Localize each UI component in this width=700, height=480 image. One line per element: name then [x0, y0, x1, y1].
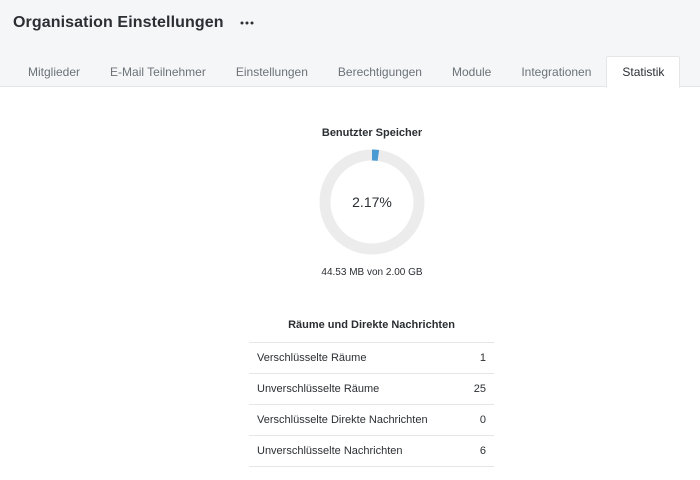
- table-row: Unverschlüsselte Nachrichten 6: [249, 436, 494, 467]
- row-value: 25: [473, 383, 486, 395]
- row-label: Verschlüsselte Räume: [257, 352, 367, 364]
- row-label: Unverschlüsselte Räume: [257, 383, 380, 395]
- tab-label: Integrationen: [521, 64, 592, 79]
- tab-label: Statistik: [622, 65, 665, 79]
- tab-label: Einstellungen: [235, 64, 308, 79]
- tab-label: E-Mail Teilnehmer: [110, 64, 206, 79]
- tab-integrationen[interactable]: Integrationen: [506, 56, 606, 87]
- tab-label: Mitglieder: [28, 64, 81, 79]
- row-value: 1: [479, 352, 486, 364]
- rooms-title: Räume und Direkte Nachrichten: [288, 319, 455, 331]
- tab-module[interactable]: Module: [437, 56, 506, 87]
- more-options-button[interactable]: [238, 14, 256, 32]
- tab-mitglieder[interactable]: Mitglieder: [13, 56, 95, 87]
- table-row: Verschlüsselte Räume 1: [249, 343, 494, 374]
- tab-berechtigungen[interactable]: Berechtigungen: [323, 56, 437, 87]
- storage-percent: 2.17%: [352, 194, 392, 210]
- ellipsis-horizontal-icon: [240, 21, 254, 25]
- tab-statistik[interactable]: Statistik: [606, 56, 681, 88]
- storage-used-label: 44.53 MB von 2.00 GB: [321, 267, 423, 278]
- title-row: Organisation Einstellungen: [13, 11, 256, 35]
- page-title: Organisation Einstellungen: [13, 14, 224, 31]
- row-value: 6: [479, 445, 486, 457]
- tab-label: Module: [451, 64, 492, 79]
- settings-tabs: Mitglieder E-Mail Teilnehmer Einstellung…: [13, 56, 681, 88]
- storage-section: Benutzter Speicher 2.17% 44.53 MB von 2.…: [250, 125, 494, 278]
- page-header: Organisation Einstellungen Mitglieder E-…: [0, 0, 700, 88]
- row-label: Verschlüsselte Direkte Nachrichten: [257, 414, 428, 426]
- statistics-page: Organisation Einstellungen Mitglieder E-…: [0, 0, 700, 480]
- tab-einstellungen[interactable]: Einstellungen: [221, 56, 323, 87]
- tab-label: Berechtigungen: [337, 64, 422, 79]
- storage-donut-chart: 2.17%: [317, 147, 427, 257]
- tab-email-teilnehmer[interactable]: E-Mail Teilnehmer: [95, 56, 221, 87]
- rooms-section: Räume und Direkte Nachrichten Verschlüss…: [249, 316, 494, 467]
- table-row: Unverschlüsselte Räume 25: [249, 374, 494, 405]
- row-label: Unverschlüsselte Nachrichten: [257, 445, 403, 457]
- storage-title: Benutzter Speicher: [321, 127, 423, 139]
- row-value: 0: [479, 414, 486, 426]
- table-row: Verschlüsselte Direkte Nachrichten 0: [249, 405, 494, 436]
- rooms-table: Verschlüsselte Räume 1 Unverschlüsselte …: [249, 342, 494, 467]
